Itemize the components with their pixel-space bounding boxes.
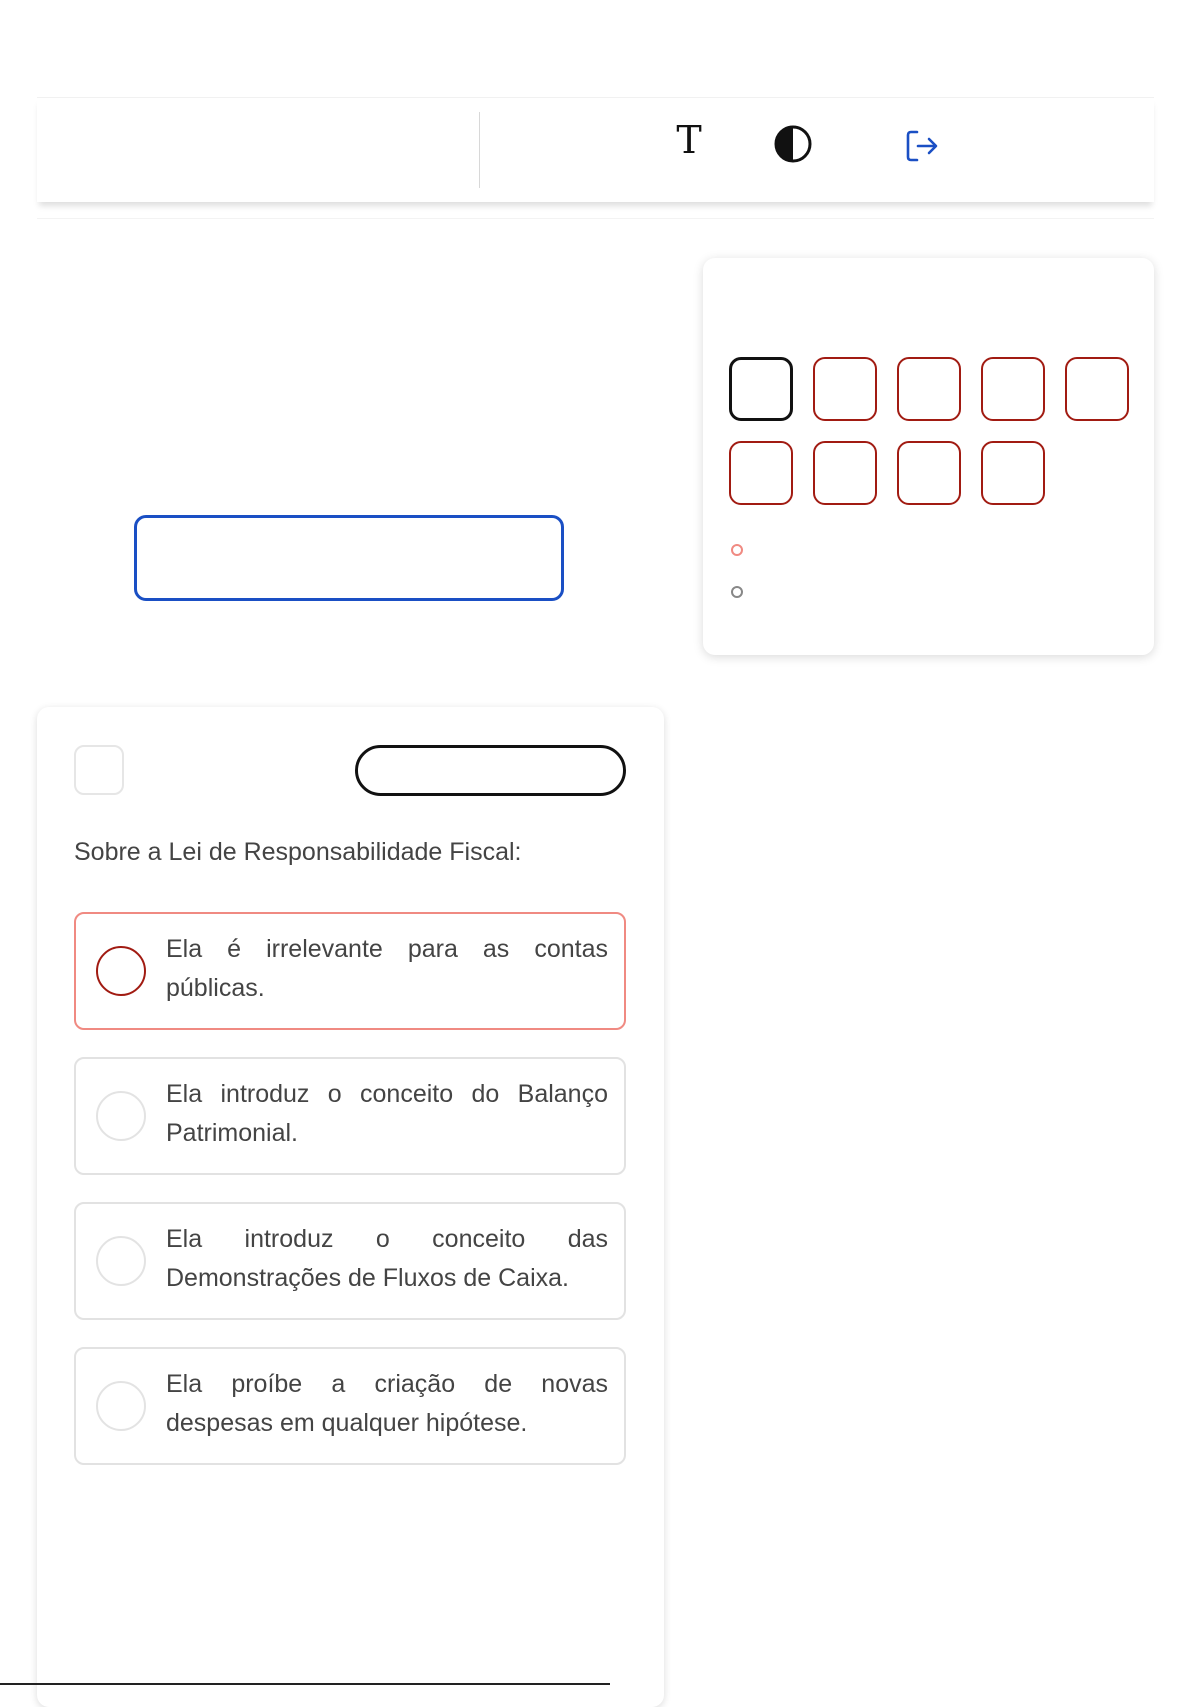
question-pill-button[interactable] [355, 745, 626, 796]
question-navigator [703, 258, 1154, 655]
question-number-box[interactable] [1065, 357, 1129, 421]
top-toolbar: T [37, 97, 1154, 202]
radio-circle-icon[interactable] [96, 1091, 146, 1141]
question-number-box[interactable] [897, 441, 961, 505]
answer-option-text: Ela proíbe a criação de novas despesas e… [166, 1370, 608, 1437]
text-size-icon[interactable]: T [667, 118, 711, 162]
radio-circle-icon[interactable] [96, 1236, 146, 1286]
blue-outlined-field[interactable] [134, 515, 564, 601]
contrast-icon[interactable] [773, 124, 813, 164]
logout-icon[interactable] [902, 126, 942, 166]
question-number-box[interactable] [813, 357, 877, 421]
question-card: Sobre a Lei de Responsabilidade Fiscal: … [37, 707, 664, 1707]
legend-dot-answered [731, 544, 743, 556]
answer-option[interactable]: Ela proíbe a criação de novas despesas e… [74, 1347, 626, 1465]
answer-option[interactable]: Ela introduz o conceito das Demonstraçõe… [74, 1202, 626, 1320]
bookmark-checkbox[interactable] [74, 745, 124, 795]
question-number-box[interactable] [981, 441, 1045, 505]
question-number-box[interactable] [813, 441, 877, 505]
question-number-box[interactable] [981, 357, 1045, 421]
question-number-box[interactable] [729, 357, 793, 421]
radio-circle-icon[interactable] [96, 1381, 146, 1431]
radio-circle-icon[interactable] [96, 946, 146, 996]
toolbar-divider [479, 112, 480, 188]
answer-option[interactable]: Ela introduz o conceito do Balanço Patri… [74, 1057, 626, 1175]
answer-option-text: Ela introduz o conceito das Demonstraçõe… [166, 1225, 608, 1292]
question-number-box[interactable] [729, 441, 793, 505]
question-number-box[interactable] [897, 357, 961, 421]
answer-option-text: Ela introduz o conceito do Balanço Patri… [166, 1080, 608, 1147]
answer-option-text: Ela é irrelevante para as contas pública… [166, 935, 608, 1002]
question-prompt: Sobre a Lei de Responsabilidade Fiscal: [74, 838, 522, 866]
legend-dot-unanswered [731, 586, 743, 598]
answer-option[interactable]: Ela é irrelevante para as contas pública… [74, 912, 626, 1030]
header-separator [37, 218, 1154, 219]
